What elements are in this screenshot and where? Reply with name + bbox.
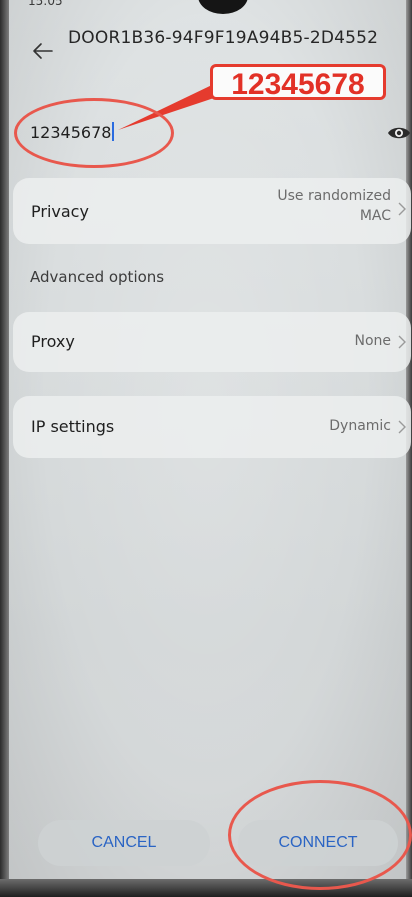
proxy-value: None <box>354 333 391 349</box>
back-arrow-icon[interactable] <box>30 38 56 64</box>
privacy-row[interactable]: Privacy Use randomized MAC <box>13 178 411 244</box>
eye-icon[interactable] <box>387 124 411 142</box>
ip-settings-row[interactable]: IP settings Dynamic <box>13 396 411 458</box>
status-bar: 15:05 <box>10 0 406 14</box>
chevron-right-icon <box>398 202 406 216</box>
annotation-circle-connect <box>228 780 412 890</box>
proxy-label: Proxy <box>31 332 75 351</box>
ip-settings-label: IP settings <box>31 417 115 436</box>
chevron-right-icon <box>398 335 406 349</box>
status-time: 15:05 <box>28 0 63 8</box>
advanced-options-title: Advanced options <box>30 268 165 286</box>
network-ssid-title: DOOR1B36-94F9F19A94B5-2D4552 <box>68 28 379 48</box>
ip-settings-value: Dynamic <box>329 418 391 434</box>
privacy-label: Privacy <box>31 202 89 221</box>
proxy-row[interactable]: Proxy None <box>13 312 411 372</box>
cancel-button[interactable]: CANCEL <box>38 820 210 866</box>
camera-cutout <box>198 0 248 14</box>
privacy-value-line1: Use randomized <box>277 188 391 204</box>
annotation-callout: 12345678 <box>210 64 386 101</box>
privacy-value-line2: MAC <box>359 208 391 224</box>
chevron-right-icon <box>398 420 406 434</box>
phone-bezel-left <box>0 0 9 897</box>
annotation-circle-password <box>14 98 174 168</box>
